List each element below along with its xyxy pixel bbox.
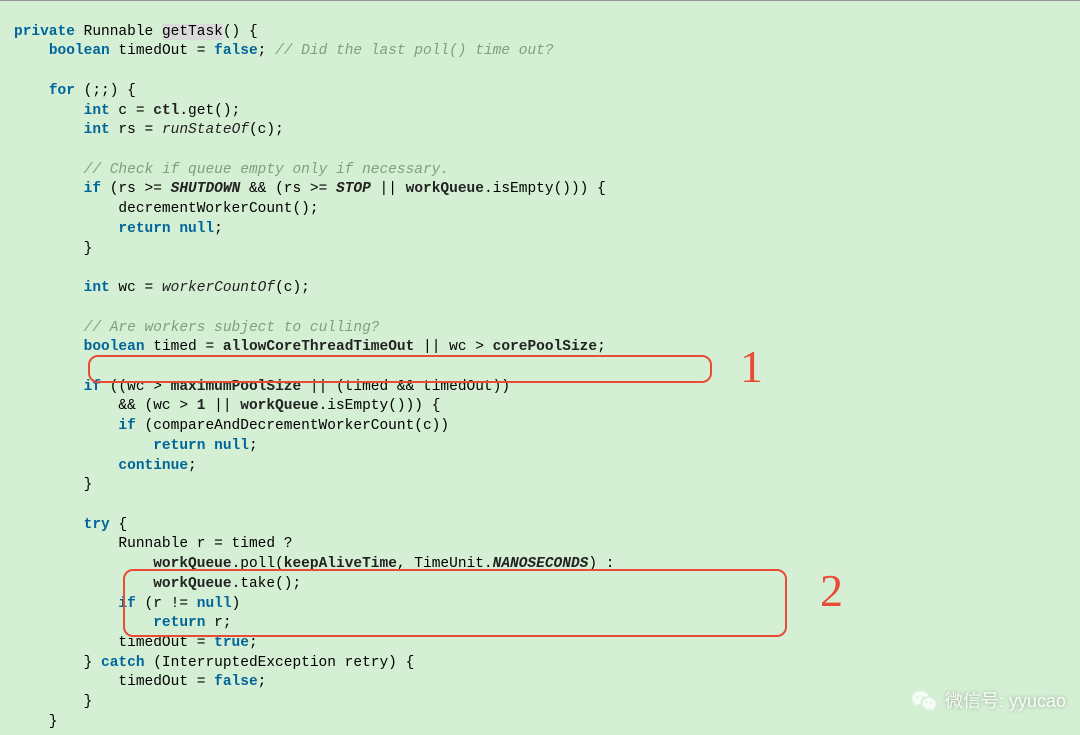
comment: // Check if queue empty only if necessar… xyxy=(84,162,449,178)
comment: // Did the last poll() time out? xyxy=(275,43,553,59)
kw-private: private xyxy=(14,24,75,40)
code-block: private Runnable getTask() { boolean tim… xyxy=(0,0,1080,735)
comment: // Are workers subject to culling? xyxy=(84,320,380,336)
method-name: getTask xyxy=(162,24,223,40)
